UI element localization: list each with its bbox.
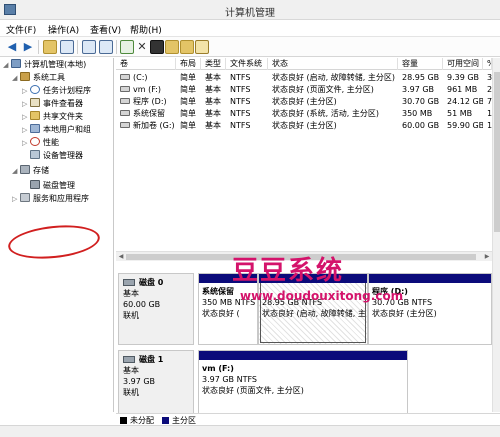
column-filesystem[interactable]: 文件系统 xyxy=(226,58,268,70)
status-bar xyxy=(0,425,500,437)
table-row[interactable]: (C:) 简单 基本 NTFS 状态良好 (启动, 故障转储, 主分区) 28.… xyxy=(116,72,492,84)
menu-action[interactable]: 操作(A) xyxy=(48,23,79,36)
computer-icon xyxy=(11,59,21,68)
navigation-tree: ◢ 计算机管理(本地) ◢ 系统工具 ▷ 任务计划程序 ▷ 事件查看器 ▷ 共享文件夹 ▷… xyxy=(0,58,114,412)
table-row[interactable]: 系统保留 简单 基本 NTFS 状态良好 (系统, 活动, 主分区) 350 M… xyxy=(116,108,492,120)
refresh-icon[interactable] xyxy=(120,40,134,54)
tree-item-event-viewer[interactable]: ▷ 事件查看器 xyxy=(22,98,83,110)
tree-item-system-tools[interactable]: ◢ 系统工具 xyxy=(12,72,65,84)
disk-icon xyxy=(30,180,40,189)
drive-icon xyxy=(120,74,130,80)
table-row[interactable]: 新加卷 (G:) 简单 基本 NTFS 状态良好 (主分区) 60.00 GB … xyxy=(116,120,492,132)
volume-table: 卷 布局 类型 文件系统 状态 容量 可用空间 % (C:) 简单 基本 NTF… xyxy=(116,58,492,258)
disk-1-label[interactable]: 磁盘 1 基本 3.97 GB 联机 xyxy=(118,350,194,422)
tree-item-local-users[interactable]: ▷ 本地用户和组 xyxy=(22,124,91,136)
device-manager-icon xyxy=(30,150,40,159)
users-icon xyxy=(30,124,40,133)
settings-icon[interactable] xyxy=(150,40,164,54)
column-status[interactable]: 状态 xyxy=(268,58,398,70)
menu-file[interactable]: 文件(F) xyxy=(6,23,36,36)
table-row[interactable]: 程序 (D:) 简单 基本 NTFS 状态良好 (主分区) 30.70 GB 2… xyxy=(116,96,492,108)
shared-folder-icon xyxy=(30,111,40,120)
partition-f[interactable]: vm (F:) 3.97 GB NTFS 状态良好 (页面文件, 主分区) xyxy=(198,350,408,422)
watermark-title: 豆豆系统 xyxy=(232,256,345,286)
help-icon[interactable] xyxy=(82,40,96,54)
delete-icon[interactable]: ✕ xyxy=(135,40,149,54)
column-percent[interactable]: % xyxy=(483,58,492,70)
column-layout[interactable]: 布局 xyxy=(176,58,201,70)
back-icon[interactable]: ◀ xyxy=(5,40,19,54)
tree-item-task-scheduler[interactable]: ▷ 任务计划程序 xyxy=(22,85,91,97)
primary-partition-swatch xyxy=(162,417,169,424)
performance-icon xyxy=(30,137,40,146)
vertical-scrollbar[interactable] xyxy=(492,58,500,412)
column-free-space[interactable]: 可用空间 xyxy=(443,58,483,70)
properties-icon[interactable] xyxy=(99,40,113,54)
column-type[interactable]: 类型 xyxy=(201,58,226,70)
tree-item-computer-management[interactable]: ◢ 计算机管理(本地) xyxy=(3,59,86,71)
scroll-thumb[interactable] xyxy=(494,72,500,232)
drive-icon xyxy=(120,86,130,92)
disk-icon xyxy=(123,279,135,286)
drive-icon xyxy=(120,122,130,128)
title-bar: 计算机管理 xyxy=(0,0,500,20)
window-title: 计算机管理 xyxy=(225,8,275,19)
drive-icon xyxy=(120,98,130,104)
event-viewer-icon xyxy=(30,98,40,107)
clock-icon xyxy=(30,85,40,94)
volume-table-header: 卷 布局 类型 文件系统 状态 容量 可用空间 % xyxy=(116,58,492,70)
forward-icon[interactable]: ▶ xyxy=(21,40,35,54)
show-hide-tree-icon[interactable] xyxy=(60,40,74,54)
disk-icon xyxy=(123,356,135,363)
disk-properties-icon[interactable] xyxy=(195,40,209,54)
drive-icon xyxy=(120,110,130,116)
scroll-right-icon[interactable]: ▶ xyxy=(482,252,492,262)
menu-view[interactable]: 查看(V) xyxy=(90,23,121,36)
menu-bar: 文件(F) 操作(A) 查看(V) 帮助(H) xyxy=(0,20,500,37)
tree-item-performance[interactable]: ▷ 性能 xyxy=(22,137,59,149)
column-capacity[interactable]: 容量 xyxy=(398,58,443,70)
scroll-left-icon[interactable]: ◀ xyxy=(116,252,126,262)
up-folder-icon[interactable] xyxy=(43,40,57,54)
unallocated-swatch xyxy=(120,417,127,424)
partition-d[interactable]: 程序 (D:) 30.70 GB NTFS 状态良好 (主分区) xyxy=(368,273,492,345)
tree-item-disk-management[interactable]: 磁盘管理 xyxy=(22,180,75,192)
tree-item-services-apps[interactable]: ▷ 服务和应用程序 xyxy=(12,193,89,205)
watermark-url: www.doudouxitong.com xyxy=(240,289,404,303)
storage-icon xyxy=(20,165,30,174)
toolbar: ◀ ▶ ✕ xyxy=(0,37,500,57)
tools-icon xyxy=(20,72,30,81)
menu-help[interactable]: 帮助(H) xyxy=(130,23,162,36)
disk-0-label[interactable]: 磁盘 0 基本 60.00 GB 联机 xyxy=(118,273,194,345)
annotation-circle xyxy=(6,221,102,263)
legend: 未分配 主分区 xyxy=(116,413,500,425)
open-folder-icon[interactable] xyxy=(165,40,179,54)
services-icon xyxy=(20,193,30,202)
tree-item-storage[interactable]: ◢ 存储 xyxy=(12,165,49,177)
column-volume[interactable]: 卷 xyxy=(116,58,176,70)
table-row[interactable]: vm (F:) 简单 基本 NTFS 状态良好 (页面文件, 主分区) 3.97… xyxy=(116,84,492,96)
tree-item-device-manager[interactable]: 设备管理器 xyxy=(22,150,83,162)
tree-item-shared-folders[interactable]: ▷ 共享文件夹 xyxy=(22,111,83,123)
folder-search-icon[interactable] xyxy=(180,40,194,54)
